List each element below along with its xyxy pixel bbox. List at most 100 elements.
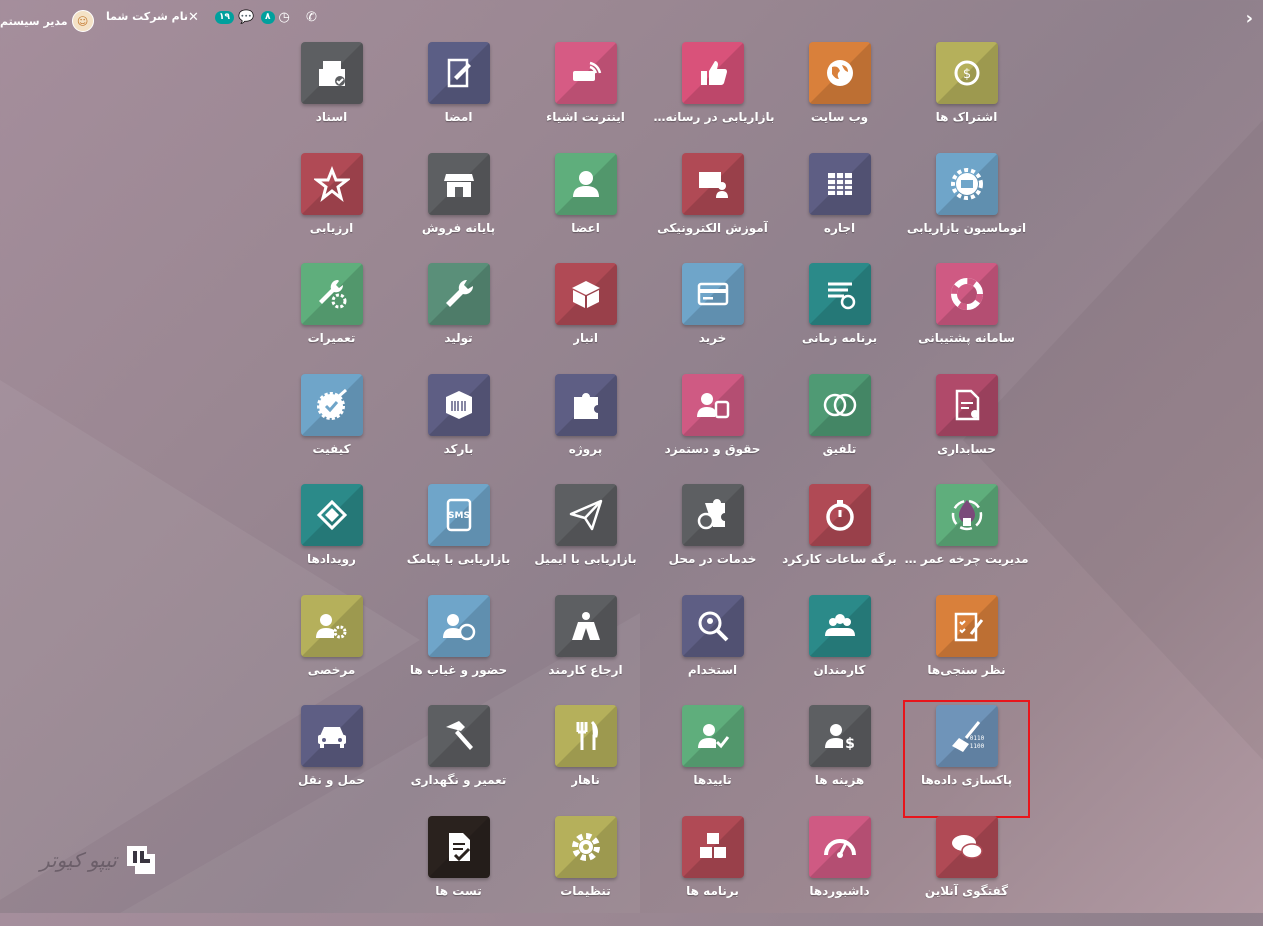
app-icon-tile[interactable] <box>555 484 617 546</box>
app-tile[interactable]: خرید <box>649 263 776 374</box>
app-tile[interactable]: پایانه فروش <box>395 153 522 264</box>
app-icon-tile[interactable] <box>682 484 744 546</box>
app-tile[interactable]: تولید <box>395 263 522 374</box>
app-tile[interactable]: آموزش الکترونیکی <box>649 153 776 264</box>
app-icon-tile[interactable] <box>682 42 744 104</box>
app-icon-tile[interactable] <box>555 595 617 657</box>
app-icon-tile[interactable] <box>682 595 744 657</box>
app-icon-tile[interactable] <box>682 153 744 215</box>
app-icon-tile[interactable] <box>555 153 617 215</box>
app-icon-tile[interactable] <box>936 816 998 878</box>
app-tile[interactable]: $اشتراک ها <box>903 42 1030 153</box>
app-icon-tile[interactable]: 01101100 <box>936 705 998 767</box>
app-icon-tile[interactable] <box>428 42 490 104</box>
app-tile[interactable]: برنامه زمانی <box>776 263 903 374</box>
app-icon-tile[interactable] <box>301 153 363 215</box>
app-icon-tile[interactable] <box>809 816 871 878</box>
app-tile[interactable]: برگه ساعات کارکرد <box>776 484 903 595</box>
app-tile[interactable]: تست ها <box>395 816 522 926</box>
app-icon-tile[interactable] <box>555 374 617 436</box>
app-icon-tile[interactable] <box>555 42 617 104</box>
app-tile[interactable]: 01101100پاکسازی داده‌ها <box>905 702 1028 816</box>
messaging-menu[interactable]: ۱۹ 💬 <box>215 10 254 25</box>
app-icon-tile[interactable] <box>809 153 871 215</box>
app-tile[interactable]: اجاره <box>776 153 903 264</box>
app-tile[interactable]: تلفیق <box>776 374 903 485</box>
app-tile[interactable]: داشبوردها <box>776 816 903 926</box>
app-tile[interactable]: اینترنت اشیاء <box>522 42 649 153</box>
app-icon-tile[interactable] <box>428 705 490 767</box>
app-tile[interactable]: انبار <box>522 263 649 374</box>
app-tile[interactable]: امضا <box>395 42 522 153</box>
app-tile[interactable]: تعمیر و نگهداری <box>395 705 522 816</box>
app-icon-tile[interactable] <box>936 374 998 436</box>
app-tile[interactable]: بازاریابی در رسانه ها... <box>649 42 776 153</box>
app-tile[interactable]: ناهار <box>522 705 649 816</box>
app-icon-tile[interactable] <box>682 705 744 767</box>
app-icon-tile[interactable] <box>936 595 998 657</box>
app-tile[interactable]: حضور و غیاب ها <box>395 595 522 706</box>
app-icon-tile[interactable] <box>555 263 617 325</box>
app-icon-tile[interactable] <box>301 42 363 104</box>
app-tile[interactable]: سامانه پشتیبانی <box>903 263 1030 374</box>
app-icon-tile[interactable]: $ <box>936 42 998 104</box>
app-tile[interactable]: کارمندان <box>776 595 903 706</box>
app-tile[interactable]: برنامه ها <box>649 816 776 926</box>
app-icon-tile[interactable] <box>682 374 744 436</box>
app-tile[interactable]: تعمیرات <box>268 263 395 374</box>
app-tile[interactable]: حسابداری <box>903 374 1030 485</box>
app-tile[interactable]: اتوماسیون بازاریابی <box>903 153 1030 264</box>
app-icon-tile[interactable] <box>809 595 871 657</box>
app-tile[interactable]: بازاریابی با ایمیل <box>522 484 649 595</box>
app-tile[interactable]: وب سایت <box>776 42 903 153</box>
app-tile[interactable]: کیفیت <box>268 374 395 485</box>
app-icon-tile[interactable]: $ <box>809 705 871 767</box>
app-icon-tile[interactable] <box>936 484 998 546</box>
debug-tools-icon[interactable]: ✕ <box>188 10 199 25</box>
app-tile[interactable]: بارکد <box>395 374 522 485</box>
app-tile[interactable]: مدیریت چرخه عمر م... <box>903 484 1030 595</box>
app-icon-tile[interactable] <box>809 374 871 436</box>
app-icon-tile[interactable] <box>301 374 363 436</box>
app-icon-tile[interactable] <box>809 263 871 325</box>
app-icon-tile[interactable] <box>428 595 490 657</box>
app-icon-tile[interactable] <box>555 705 617 767</box>
company-switcher[interactable]: نام شرکت شما <box>106 10 188 23</box>
chevron-right-icon[interactable]: › <box>1246 8 1253 29</box>
activity-menu[interactable]: ۸ ◷ <box>261 10 290 25</box>
app-tile[interactable]: رویدادها <box>268 484 395 595</box>
app-icon-tile[interactable] <box>682 816 744 878</box>
app-icon-tile[interactable] <box>428 153 490 215</box>
app-tile[interactable]: حمل و نقل <box>268 705 395 816</box>
app-icon-tile[interactable]: SMS <box>428 484 490 546</box>
app-tile[interactable]: اسناد <box>268 42 395 153</box>
app-icon-tile[interactable] <box>555 816 617 878</box>
app-tile[interactable]: ارجاع کارمند <box>522 595 649 706</box>
app-icon-tile[interactable] <box>809 484 871 546</box>
app-icon-tile[interactable] <box>682 263 744 325</box>
app-tile[interactable]: ارزیابی <box>268 153 395 264</box>
app-tile[interactable]: تاییدها <box>649 705 776 816</box>
app-tile[interactable]: SMSبازاریابی با پیامک <box>395 484 522 595</box>
user-menu[interactable]: مدیر سیستم ☺ <box>0 10 94 32</box>
app-tile[interactable]: $هزینه ها <box>776 705 903 816</box>
app-tile[interactable]: استخدام <box>649 595 776 706</box>
app-icon-tile[interactable] <box>809 42 871 104</box>
app-tile[interactable]: پروژه <box>522 374 649 485</box>
app-icon-tile[interactable] <box>428 374 490 436</box>
app-icon-tile[interactable] <box>428 263 490 325</box>
app-icon-tile[interactable] <box>301 484 363 546</box>
app-icon-tile[interactable] <box>301 705 363 767</box>
app-tile[interactable]: تنظیمات <box>522 816 649 926</box>
phone-icon[interactable]: ✆ <box>306 10 317 25</box>
app-icon-tile[interactable] <box>301 595 363 657</box>
app-tile[interactable]: حقوق و دستمزد <box>649 374 776 485</box>
app-tile[interactable]: نظر سنجی‌ها <box>903 595 1030 706</box>
app-icon-tile[interactable] <box>936 153 998 215</box>
app-tile[interactable]: اعضا <box>522 153 649 264</box>
app-icon-tile[interactable] <box>301 263 363 325</box>
app-icon-tile[interactable] <box>936 263 998 325</box>
app-tile[interactable]: خدمات در محل <box>649 484 776 595</box>
app-icon-tile[interactable] <box>428 816 490 878</box>
app-tile[interactable]: مرخصی <box>268 595 395 706</box>
